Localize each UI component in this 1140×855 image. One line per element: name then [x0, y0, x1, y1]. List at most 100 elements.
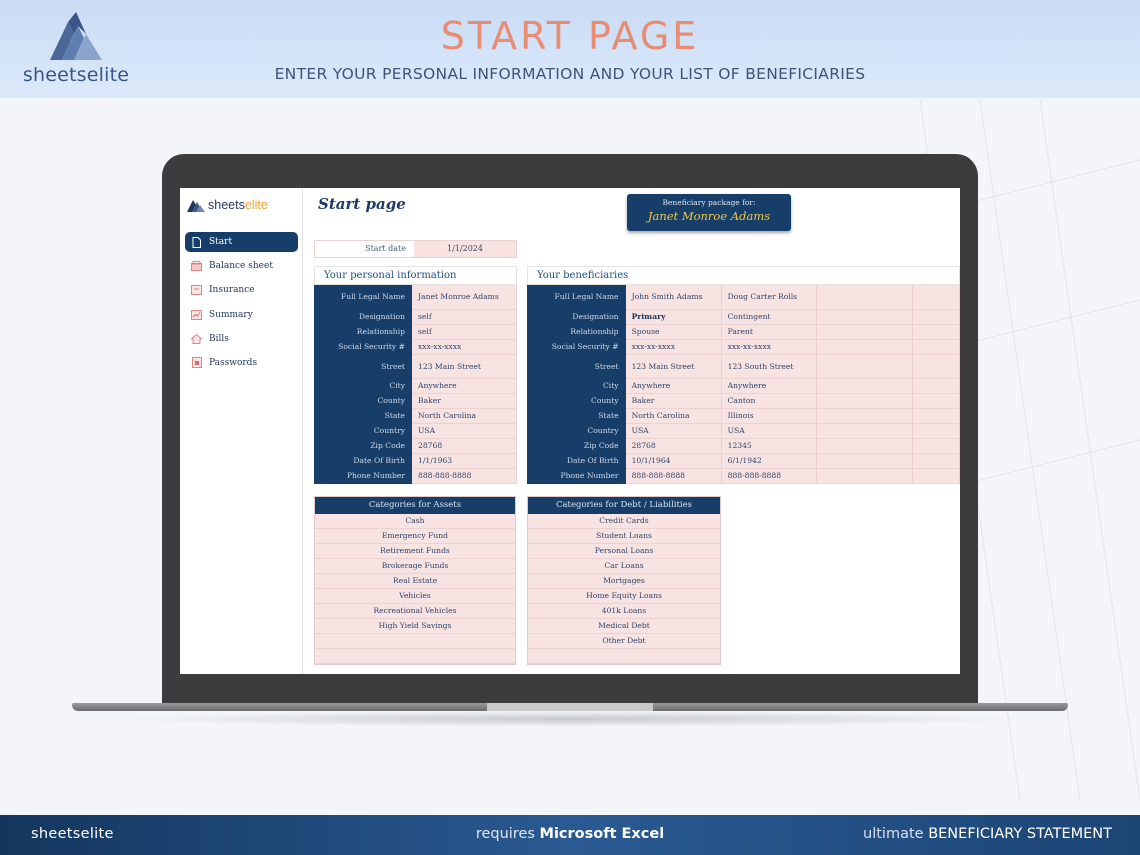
beneficiary-1-cell[interactable]: 123 Main Street	[625, 354, 722, 379]
beneficiary-1-cell[interactable]: North Carolina	[625, 408, 722, 424]
beneficiary-1-cell[interactable]: Spouse	[625, 324, 722, 340]
field-value-cell[interactable]: 123 Main Street	[412, 354, 517, 379]
start-date-cell[interactable]: 1/1/2024	[414, 241, 516, 257]
beneficiary-1-cell[interactable]: John Smith Adams	[625, 285, 722, 310]
beneficiary-1-cell[interactable]: 28768	[625, 438, 722, 454]
empty-beneficiary-cell[interactable]	[816, 285, 913, 310]
asset-category-item[interactable]: Emergency Fund	[315, 529, 515, 544]
beneficiary-2-cell[interactable]: Contingent	[721, 309, 818, 325]
field-label: Full Legal Name	[314, 285, 412, 310]
beneficiary-2-cell[interactable]: Anywhere	[721, 378, 818, 394]
table-row: County Baker Canton	[527, 393, 960, 409]
empty-beneficiary-cell[interactable]	[816, 453, 913, 469]
empty-beneficiary-cell[interactable]	[816, 378, 913, 394]
empty-beneficiary-cell[interactable]	[816, 468, 913, 484]
beneficiary-2-cell[interactable]: 6/1/1942	[721, 453, 818, 469]
empty-beneficiary-cell[interactable]	[912, 423, 960, 439]
field-value-cell[interactable]: Baker	[412, 393, 517, 409]
field-value-cell[interactable]: 28768	[412, 438, 517, 454]
debt-category-item[interactable]: Other Debt	[528, 634, 720, 649]
asset-category-item[interactable]: Recreational Vehicles	[315, 604, 515, 619]
debt-category-item[interactable]: Car Loans	[528, 559, 720, 574]
asset-category-item[interactable]	[315, 649, 515, 664]
empty-beneficiary-cell[interactable]	[912, 408, 960, 424]
empty-beneficiary-cell[interactable]	[816, 423, 913, 439]
empty-beneficiary-cell[interactable]	[816, 393, 913, 409]
debt-category-item[interactable]: Student Loans	[528, 529, 720, 544]
empty-beneficiary-cell[interactable]	[912, 378, 960, 394]
table-row: Street 123 Main Street 123 South Street	[527, 354, 960, 379]
empty-beneficiary-cell[interactable]	[816, 309, 913, 325]
asset-category-item[interactable]	[315, 634, 515, 649]
asset-category-item[interactable]: Vehicles	[315, 589, 515, 604]
debt-category-item[interactable]: Personal Loans	[528, 544, 720, 559]
sidebar-item-balance-sheet[interactable]: Balance sheet	[185, 256, 298, 276]
banner-title: START PAGE	[440, 14, 700, 58]
empty-beneficiary-cell[interactable]	[816, 339, 913, 355]
debt-category-item[interactable]: 401k Loans	[528, 604, 720, 619]
beneficiary-1-cell[interactable]: Primary	[625, 309, 722, 325]
sidebar-item-bills[interactable]: Bills	[185, 329, 298, 349]
beneficiary-2-cell[interactable]: Doug Carter Rolls	[721, 285, 818, 310]
sidebar-item-passwords[interactable]: Passwords	[185, 353, 298, 373]
field-value-cell[interactable]: Janet Monroe Adams	[412, 285, 517, 310]
asset-category-item[interactable]: Retirement Funds	[315, 544, 515, 559]
beneficiary-1-cell[interactable]: Baker	[625, 393, 722, 409]
asset-category-item[interactable]: High Yield Savings	[315, 619, 515, 634]
package-name[interactable]: Janet Monroe Adams	[627, 209, 791, 223]
field-label: Social Security #	[314, 339, 412, 355]
beneficiary-1-cell[interactable]: xxx-xx-xxxx	[625, 339, 722, 355]
sidebar-item-summary[interactable]: Summary	[185, 305, 298, 325]
table-row: Zip Code 28768	[314, 438, 517, 454]
empty-beneficiary-cell[interactable]	[912, 354, 960, 379]
field-value-cell[interactable]: self	[412, 309, 517, 325]
assets-categories: Categories for Assets Cash Emergency Fund…	[314, 496, 516, 665]
empty-beneficiary-cell[interactable]	[912, 285, 960, 310]
beneficiary-1-cell[interactable]: 10/1/1964	[625, 453, 722, 469]
asset-category-item[interactable]: Brokerage Funds	[315, 559, 515, 574]
beneficiary-2-cell[interactable]: 888-888-8888	[721, 468, 818, 484]
empty-beneficiary-cell[interactable]	[816, 408, 913, 424]
field-value-cell[interactable]: 888-888-8888	[412, 468, 517, 484]
debt-category-item[interactable]: Credit Cards	[528, 514, 720, 529]
page-title: Start page	[318, 195, 406, 213]
asset-category-item[interactable]: Cash	[315, 514, 515, 529]
field-value-cell[interactable]: self	[412, 324, 517, 340]
beneficiary-2-cell[interactable]: 123 South Street	[721, 354, 818, 379]
asset-category-item[interactable]: Real Estate	[315, 574, 515, 589]
field-value-cell[interactable]: 1/1/1963	[412, 453, 517, 469]
beneficiary-2-cell[interactable]: 12345	[721, 438, 818, 454]
empty-beneficiary-cell[interactable]	[912, 339, 960, 355]
debt-category-item[interactable]	[528, 649, 720, 664]
debt-category-item[interactable]: Medical Debt	[528, 619, 720, 634]
sidebar-item-start[interactable]: Start	[185, 232, 298, 252]
table-row: City Anywhere	[314, 378, 517, 394]
beneficiary-1-cell[interactable]: Anywhere	[625, 378, 722, 394]
empty-beneficiary-cell[interactable]	[912, 453, 960, 469]
empty-beneficiary-cell[interactable]	[912, 324, 960, 340]
beneficiary-2-cell[interactable]: xxx-xx-xxxx	[721, 339, 818, 355]
empty-beneficiary-cell[interactable]	[816, 324, 913, 340]
debt-category-item[interactable]: Mortgages	[528, 574, 720, 589]
field-value-cell[interactable]: xxx-xx-xxxx	[412, 339, 517, 355]
beneficiary-2-cell[interactable]: Parent	[721, 324, 818, 340]
empty-beneficiary-cell[interactable]	[912, 468, 960, 484]
beneficiary-1-cell[interactable]: USA	[625, 423, 722, 439]
empty-beneficiary-cell[interactable]	[912, 438, 960, 454]
field-label: Relationship	[527, 324, 626, 340]
beneficiary-2-cell[interactable]: Illinois	[721, 408, 818, 424]
debt-category-item[interactable]: Home Equity Loans	[528, 589, 720, 604]
sidebar-item-insurance[interactable]: Insurance	[185, 280, 298, 300]
empty-beneficiary-cell[interactable]	[912, 393, 960, 409]
empty-beneficiary-cell[interactable]	[912, 309, 960, 325]
empty-beneficiary-cell[interactable]	[816, 354, 913, 379]
field-value-cell[interactable]: North Carolina	[412, 408, 517, 424]
field-value-cell[interactable]: Anywhere	[412, 378, 517, 394]
beneficiary-2-cell[interactable]: Canton	[721, 393, 818, 409]
beneficiary-1-cell[interactable]: 888-888-8888	[625, 468, 722, 484]
field-label: County	[527, 393, 626, 409]
beneficiary-2-cell[interactable]: USA	[721, 423, 818, 439]
field-value-cell[interactable]: USA	[412, 423, 517, 439]
table-row: Date Of Birth 1/1/1963	[314, 453, 517, 469]
empty-beneficiary-cell[interactable]	[816, 438, 913, 454]
